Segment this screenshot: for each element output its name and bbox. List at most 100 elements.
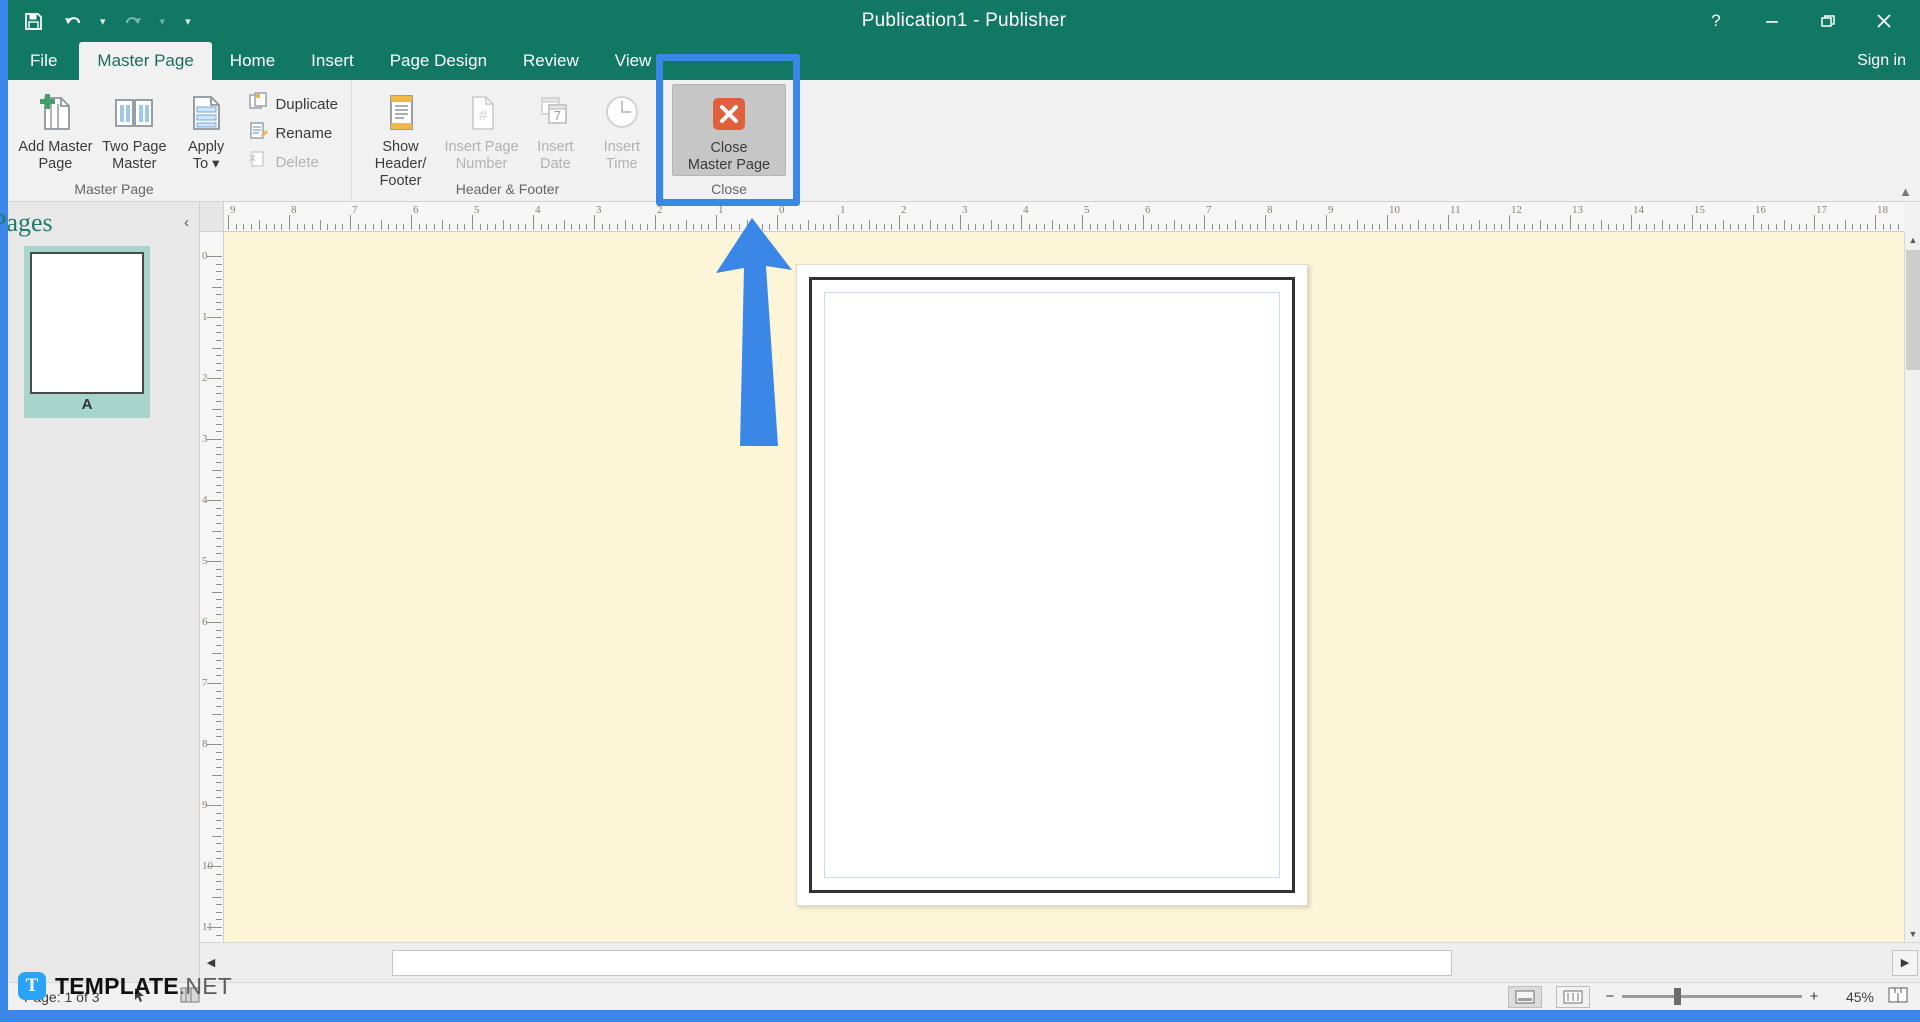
h-ruler-tick <box>1562 224 1563 230</box>
h-ruler-label: 9 <box>1328 204 1334 216</box>
tab-review[interactable]: Review <box>505 42 597 80</box>
v-ruler-tick <box>216 607 222 608</box>
web-view-icon[interactable] <box>1556 986 1590 1008</box>
horizontal-ruler[interactable]: 9876543210123456789101112131415161718 <box>200 202 1904 232</box>
apply-to-button[interactable]: ApplyTo ▾ <box>174 84 239 173</box>
insert-page-number-label: Insert PageNumber <box>444 139 518 173</box>
h-ruler-tick <box>1471 224 1472 230</box>
h-ruler-label: 18 <box>1877 204 1888 216</box>
scroll-down-icon[interactable]: ▼ <box>1905 926 1920 942</box>
add-master-page-button[interactable]: Add MasterPage <box>16 84 95 173</box>
sign-in-button[interactable]: Sign in <box>1857 42 1906 80</box>
h-ruler-tick <box>1158 224 1159 230</box>
two-page-master-button[interactable]: Two PageMaster <box>95 84 174 173</box>
annotation-arrow <box>700 218 810 448</box>
show-header-footer-button[interactable]: Show Header/Footer <box>360 84 441 190</box>
tab-insert[interactable]: Insert <box>293 42 372 80</box>
v-ruler-tick <box>207 317 222 318</box>
h-ruler-tick <box>495 224 496 230</box>
tab-master-page[interactable]: Master Page <box>79 42 211 80</box>
v-ruler-tick <box>216 401 222 402</box>
horizontal-scroll-track[interactable] <box>222 950 1892 976</box>
vertical-scrollbar[interactable]: ▲ ▼ <box>1904 232 1920 942</box>
minimize-icon[interactable] <box>1744 0 1800 42</box>
zoom-slider-track[interactable] <box>1622 995 1802 998</box>
scroll-right-icon[interactable]: ▶ <box>1892 950 1918 976</box>
h-ruler-tick <box>1364 224 1365 230</box>
help-icon[interactable]: ? <box>1688 0 1744 42</box>
h-ruler-tick <box>350 215 351 230</box>
tab-file[interactable]: File <box>8 42 79 80</box>
fit-to-window-icon[interactable] <box>1888 987 1908 1006</box>
document-canvas[interactable] <box>224 232 1904 942</box>
delete-button[interactable]: Delete <box>244 150 343 174</box>
add-master-page-icon <box>32 90 78 136</box>
horizontal-scrollbar[interactable]: ◀ ▶ <box>200 942 1920 982</box>
v-ruler-tick <box>207 805 222 806</box>
normal-view-icon[interactable] <box>1508 986 1542 1008</box>
h-ruler-tick <box>1006 224 1007 230</box>
duplicate-button[interactable]: Duplicate <box>244 92 343 116</box>
insert-date-button[interactable]: 7 InsertDate <box>522 84 588 173</box>
zoom-slider-thumb[interactable] <box>1674 988 1681 1005</box>
v-ruler-tick <box>207 500 222 501</box>
h-ruler-tick <box>1090 224 1091 230</box>
document-page[interactable] <box>796 264 1308 906</box>
h-ruler-tick <box>1265 215 1266 230</box>
duplicate-label: Duplicate <box>275 96 338 113</box>
insert-page-number-button[interactable]: # Insert PageNumber <box>441 84 522 173</box>
h-ruler-tick <box>960 215 961 230</box>
h-ruler-tick <box>1486 224 1487 230</box>
ribbon-group-header-footer: Show Header/Footer # Insert Pag <box>352 80 664 202</box>
horizontal-scroll-thumb[interactable] <box>392 950 1452 976</box>
v-ruler-tick <box>216 736 222 737</box>
zoom-in-button[interactable]: + <box>1808 988 1820 1005</box>
v-ruler-tick <box>216 691 222 692</box>
h-ruler-label: 3 <box>596 204 602 216</box>
h-ruler-label: 5 <box>1084 204 1090 216</box>
h-ruler-label: 3 <box>962 204 968 216</box>
window-controls: ? <box>1688 0 1912 42</box>
h-ruler-tick <box>1120 224 1121 230</box>
v-ruler-tick <box>216 599 222 600</box>
scroll-up-icon[interactable]: ▲ <box>1905 232 1920 248</box>
insert-time-button[interactable]: InsertTime <box>589 84 655 173</box>
h-ruler-tick <box>564 220 565 230</box>
h-ruler-tick <box>1456 224 1457 230</box>
vertical-ruler[interactable]: 01234567891011 <box>200 232 224 942</box>
h-ruler-tick <box>259 220 260 230</box>
v-ruler-tick <box>216 264 222 265</box>
v-ruler-tick <box>216 813 222 814</box>
tab-page-design[interactable]: Page Design <box>372 42 505 80</box>
chevron-left-icon[interactable]: ‹ <box>184 214 189 231</box>
v-ruler-tick <box>216 325 222 326</box>
h-ruler-tick <box>1036 224 1037 230</box>
tab-home[interactable]: Home <box>212 42 293 80</box>
v-ruler-tick <box>216 767 222 768</box>
add-master-page-label: Add MasterPage <box>18 139 92 173</box>
ribbon-tab-strip: File Master Page Home Insert Page Design… <box>8 42 1920 80</box>
v-ruler-tick <box>216 454 222 455</box>
h-ruler-tick <box>525 224 526 230</box>
h-ruler-tick <box>1196 224 1197 230</box>
restore-icon[interactable] <box>1800 0 1856 42</box>
tab-view[interactable]: View <box>597 42 670 80</box>
h-ruler-tick <box>1250 224 1251 230</box>
close-icon[interactable] <box>1856 0 1912 42</box>
rename-button[interactable]: Rename <box>244 121 343 145</box>
v-ruler-tick <box>216 332 222 333</box>
h-ruler-label: 6 <box>1145 204 1151 216</box>
zoom-out-button[interactable]: − <box>1604 988 1616 1005</box>
zoom-slider[interactable]: − + <box>1604 988 1820 1005</box>
h-ruler-tick <box>304 224 305 230</box>
collapse-ribbon-icon[interactable]: ▲ <box>1899 184 1912 199</box>
close-master-page-button[interactable]: CloseMaster Page <box>672 84 786 176</box>
h-ruler-tick <box>1601 220 1602 230</box>
h-ruler-tick <box>1845 220 1846 230</box>
h-ruler-tick <box>1273 224 1274 230</box>
h-ruler-tick <box>1311 224 1312 230</box>
h-ruler-tick <box>1677 224 1678 230</box>
vertical-scroll-thumb[interactable] <box>1906 250 1920 370</box>
h-ruler-tick <box>1692 215 1693 230</box>
page-thumbnail-item[interactable]: A <box>24 246 150 418</box>
